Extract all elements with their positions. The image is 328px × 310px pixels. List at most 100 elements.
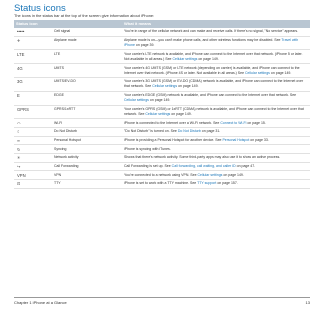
status-name: Call Forwarding — [52, 162, 122, 172]
cross-reference-link[interactable]: Cellular settings — [152, 84, 177, 88]
cross-reference-link[interactable]: Cellular settings — [172, 57, 197, 61]
header-spacer — [52, 20, 122, 28]
description-text: iPhone is providing a Personal Hotspot f… — [124, 138, 223, 142]
description-tail: on page 149. — [222, 172, 244, 177]
table-row: ∞ Personal Hotspot iPhone is providing a P… — [14, 136, 310, 146]
page-number: 13 — [305, 300, 310, 305]
status-name: EDGE — [52, 91, 122, 106]
status-description: Your carrier's GPRS (GSM) or 1xRTT (CDMA… — [122, 105, 310, 120]
status-name: TTY — [52, 179, 122, 189]
description-tail: on page 149. — [170, 111, 192, 116]
page-footer: Chapter 1 iPhone at a Glance 13 — [14, 297, 310, 307]
description-tail: on page 31. — [200, 129, 221, 134]
header-status-icon: Status icon — [14, 20, 52, 28]
description-text: Your carrier's EDGE (GSM) network is ava… — [124, 93, 297, 98]
description-text: iPhone is connected to the Internet over… — [124, 120, 221, 125]
lte-icon: LTE — [14, 49, 52, 65]
table-row: ⊡ TTY iPhone is set to work with a TTY mac… — [14, 179, 310, 189]
status-description: "Do Not Disturb" is turned on. See Do No… — [122, 127, 310, 137]
table-header-row: Status icon What it means — [14, 20, 310, 28]
intro-text: The icons in the status bar at the top o… — [14, 13, 155, 18]
table-row: VPN VPN You're connected to a network usin… — [14, 170, 310, 180]
description-text: iPhone is syncing with iTunes. — [124, 146, 171, 151]
table-row: ↻ Syncing iPhone is syncing with iTunes. — [14, 144, 310, 154]
table-row: 4G UMTS Your carrier's 4G UMTS (GSM) or LT… — [14, 63, 310, 78]
cross-reference-link[interactable]: Connect to Wi-Fi — [220, 121, 246, 125]
status-description: Call Forwarding is set up. See Call forw… — [122, 162, 310, 172]
status-description: Airplane mode is on—you can't make phone… — [122, 36, 310, 51]
description-tail: on page 47. — [235, 164, 256, 169]
description-tail: on page 15. — [246, 120, 266, 125]
cross-reference-link[interactable]: Cellular settings — [145, 112, 170, 116]
status-icons-table: Status icon What it means ••••• Cell sign… — [14, 20, 310, 189]
status-description: iPhone is syncing with iTunes. — [122, 144, 310, 154]
description-text: "Do Not Disturb" is turned on. See — [124, 129, 178, 134]
status-name: Airplane mode — [52, 36, 122, 51]
cross-reference-link[interactable]: Cellular settings — [198, 173, 223, 177]
cross-reference-link[interactable]: Cellular settings — [124, 98, 149, 102]
status-description: iPhone is providing a Personal Hotspot f… — [122, 136, 310, 146]
table-row: LTE LTE Your carrier's LTE network is avai… — [14, 49, 310, 65]
status-description: iPhone is connected to the Internet over… — [122, 118, 310, 128]
do-not-disturb-icon: ☾ — [14, 127, 52, 137]
description-tail: on page 149. — [177, 84, 199, 89]
status-name: Network activity — [52, 153, 122, 163]
description-tail: on page 39. — [134, 43, 155, 48]
airplane-mode-icon: ✈ — [14, 36, 52, 51]
table-row: ✈ Airplane mode Airplane mode is on—you ca… — [14, 36, 310, 51]
status-name: Syncing — [52, 144, 122, 154]
description-text: You're connected to a network using VPN.… — [124, 172, 198, 177]
vpn-icon: VPN — [14, 170, 52, 180]
cross-reference-link[interactable]: Personal Hotspot — [222, 138, 249, 142]
tty-icon: ⊡ — [14, 179, 52, 189]
status-description: You're in range of the cellular network … — [122, 28, 310, 37]
cross-reference-link[interactable]: Do Not Disturb — [178, 129, 201, 133]
status-description: Your carrier's 3G UMTS (GSM) or EV-DO (C… — [122, 77, 310, 92]
status-name: Do Not Disturb — [52, 127, 122, 137]
description-text: Airplane mode is on—you can't make phone… — [124, 38, 282, 43]
4g-icon: 4G — [14, 63, 52, 78]
cross-reference-link[interactable]: Cellular settings — [245, 71, 270, 75]
description-text: Call Forwarding is set up. See — [124, 164, 172, 169]
network-activity-icon: ✳ — [14, 153, 52, 163]
description-text: iPhone is set to work with a TTY machine… — [124, 181, 198, 186]
status-description: Shows that there's network activity. Som… — [122, 153, 310, 163]
status-name: GPRS/1xRTT — [52, 105, 122, 120]
status-name: UMTS — [52, 63, 122, 78]
status-description: iPhone is set to work with a TTY machine… — [122, 179, 310, 189]
table-row: ✳ Network activity Shows that there's netw… — [14, 153, 310, 163]
description-text: Your carrier's 3G UMTS (GSM) or EV-DO (C… — [124, 79, 304, 89]
table-row: GPRS GPRS/1xRTT Your carrier's GPRS (GSM) … — [14, 105, 310, 120]
personal-hotspot-icon: ∞ — [14, 136, 52, 146]
cross-reference-link[interactable]: TTY support — [197, 181, 216, 185]
table-row: ◠ Wi-Fi iPhone is connected to the Interne… — [14, 118, 310, 128]
status-name: UMTS/EV-DO — [52, 77, 122, 92]
description-tail: on page 149. — [197, 56, 219, 61]
description-tail: on page 157. — [216, 181, 238, 186]
table-row: ••••• Cell signal You're in range of the c… — [14, 28, 310, 37]
status-description: Your carrier's EDGE (GSM) network is ava… — [122, 91, 310, 106]
status-name: Personal Hotspot — [52, 136, 122, 146]
status-name: LTE — [52, 49, 122, 65]
table-row: E EDGE Your carrier's EDGE (GSM) network i… — [14, 91, 310, 106]
description-text: You're in range of the cellular network … — [124, 29, 299, 34]
chapter-label: Chapter 1 iPhone at a Glance — [14, 300, 67, 305]
table-row: ↪ Call Forwarding Call Forwarding is set u… — [14, 162, 310, 172]
status-name: VPN — [52, 170, 122, 180]
status-description: You're connected to a network using VPN.… — [122, 170, 310, 180]
syncing-icon: ↻ — [14, 144, 52, 154]
status-description: Your carrier's 4G UMTS (GSM) or LTE netw… — [122, 63, 310, 78]
status-name: Wi-Fi — [52, 118, 122, 128]
edge-icon: E — [14, 91, 52, 106]
call-forwarding-icon: ↪ — [14, 162, 52, 172]
description-tail: on page 149. — [148, 98, 171, 103]
table-row: 3G UMTS/EV-DO Your carrier's 3G UMTS (GSM)… — [14, 77, 310, 92]
table-row: ☾ Do Not Disturb "Do Not Disturb" is turne… — [14, 127, 310, 137]
status-name: Cell signal — [52, 28, 122, 37]
description-tail: on page 33. — [249, 138, 269, 142]
description-tail: on page 149. — [269, 70, 292, 75]
status-description: Your carrier's LTE network is available,… — [122, 49, 310, 65]
cross-reference-link[interactable]: Call forwarding, call waiting, and calle… — [172, 164, 236, 168]
wifi-icon: ◠ — [14, 118, 52, 128]
gprs-icon: GPRS — [14, 105, 52, 120]
